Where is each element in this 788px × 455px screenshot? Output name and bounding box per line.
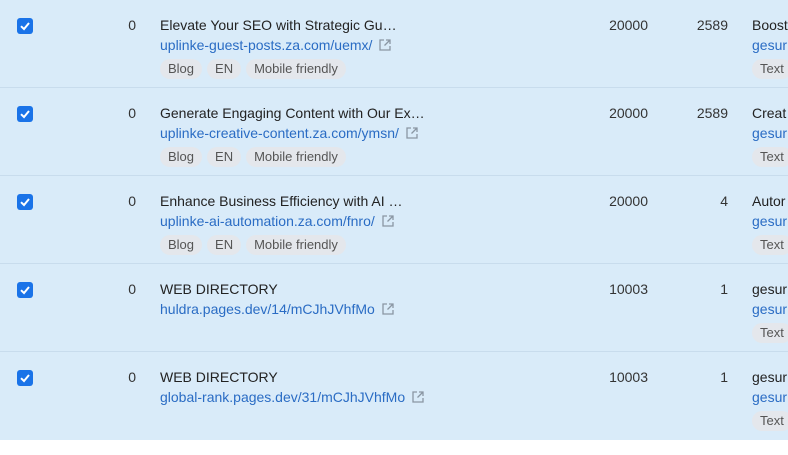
row-url-link[interactable]: uplinke-guest-posts.za.com/uemx/	[160, 37, 392, 53]
target-url-link[interactable]: gesur	[752, 37, 787, 53]
value-cell-1: 10003	[609, 369, 648, 385]
row-checkbox[interactable]	[17, 370, 33, 386]
anchor-text-cell: gesur	[752, 369, 788, 385]
row-url-link[interactable]: huldra.pages.dev/14/mCJhJVhfMo	[160, 301, 395, 317]
checkmark-icon	[20, 374, 30, 383]
count-cell: 0	[128, 369, 136, 385]
link-type-tag: Text	[752, 411, 788, 431]
external-link-icon[interactable]	[378, 38, 392, 52]
target-url-link[interactable]: gesur	[752, 213, 787, 229]
count-cell: 0	[128, 105, 136, 121]
row-checkbox[interactable]	[17, 18, 33, 34]
anchor-text-cell: gesur	[752, 281, 788, 297]
tag-blog: Blog	[160, 147, 203, 167]
value-cell-1: 20000	[609, 193, 648, 209]
external-link-icon[interactable]	[411, 390, 425, 404]
checkmark-icon	[20, 22, 30, 31]
link-type-tag: Text	[752, 147, 788, 167]
table-row[interactable]: 0 Enhance Business Efficiency with AI … …	[0, 176, 788, 264]
count-cell: 0	[128, 281, 136, 297]
value-cell-2: 2589	[696, 17, 728, 33]
row-tags: Blog EN Mobile friendly	[160, 147, 346, 167]
value-cell-1: 20000	[609, 105, 648, 121]
tag-mobile-friendly: Mobile friendly	[246, 235, 346, 255]
value-cell-1: 20000	[609, 17, 648, 33]
target-url-link[interactable]: gesur	[752, 301, 787, 317]
target-url-link[interactable]: gesur	[752, 125, 787, 141]
tag-language: EN	[207, 59, 242, 79]
external-link-icon[interactable]	[405, 126, 419, 140]
row-tags: Blog EN Mobile friendly	[160, 59, 346, 79]
anchor-text-cell: Autor	[752, 193, 786, 209]
target-url-link[interactable]: gesur	[752, 389, 787, 405]
link-type-tag: Text	[752, 59, 788, 79]
row-url-link[interactable]: uplinke-creative-content.za.com/ymsn/	[160, 125, 419, 141]
table-row[interactable]: 0 WEB DIRECTORY huldra.pages.dev/14/mCJh…	[0, 264, 788, 352]
value-cell-2: 1	[720, 369, 728, 385]
link-type-tag: Text	[752, 323, 788, 343]
count-cell: 0	[128, 17, 136, 33]
row-url-text[interactable]: uplinke-guest-posts.za.com/uemx/	[160, 37, 372, 53]
row-tags: Blog EN Mobile friendly	[160, 235, 346, 255]
results-table: 0 Elevate Your SEO with Strategic Gu… up…	[0, 0, 788, 440]
tag-language: EN	[207, 147, 242, 167]
row-url-text[interactable]: uplinke-ai-automation.za.com/fnro/	[160, 213, 375, 229]
tag-blog: Blog	[160, 59, 203, 79]
tag-mobile-friendly: Mobile friendly	[246, 59, 346, 79]
count-cell: 0	[128, 193, 136, 209]
checkmark-icon	[20, 110, 30, 119]
table-row[interactable]: 0 WEB DIRECTORY global-rank.pages.dev/31…	[0, 352, 788, 440]
row-checkbox[interactable]	[17, 106, 33, 122]
checkmark-icon	[20, 286, 30, 295]
value-cell-2: 1	[720, 281, 728, 297]
row-title: Generate Engaging Content with Our Ex…	[160, 105, 425, 121]
anchor-text-cell: Boost	[752, 17, 788, 33]
row-url-text[interactable]: global-rank.pages.dev/31/mCJhJVhfMo	[160, 389, 405, 405]
value-cell-1: 10003	[609, 281, 648, 297]
table-row[interactable]: 0 Generate Engaging Content with Our Ex……	[0, 88, 788, 176]
row-url-text[interactable]: huldra.pages.dev/14/mCJhJVhfMo	[160, 301, 375, 317]
row-url-text[interactable]: uplinke-creative-content.za.com/ymsn/	[160, 125, 399, 141]
external-link-icon[interactable]	[381, 214, 395, 228]
row-title: WEB DIRECTORY	[160, 369, 278, 385]
row-checkbox[interactable]	[17, 282, 33, 298]
table-row[interactable]: 0 Elevate Your SEO with Strategic Gu… up…	[0, 0, 788, 88]
row-title: Enhance Business Efficiency with AI …	[160, 193, 403, 209]
anchor-text-cell: Creat	[752, 105, 787, 121]
value-cell-2: 2589	[696, 105, 728, 121]
tag-language: EN	[207, 235, 242, 255]
value-cell-2: 4	[720, 193, 728, 209]
checkmark-icon	[20, 198, 30, 207]
tag-blog: Blog	[160, 235, 203, 255]
row-title: WEB DIRECTORY	[160, 281, 278, 297]
tag-mobile-friendly: Mobile friendly	[246, 147, 346, 167]
external-link-icon[interactable]	[381, 302, 395, 316]
link-type-tag: Text	[752, 235, 788, 255]
row-url-link[interactable]: global-rank.pages.dev/31/mCJhJVhfMo	[160, 389, 425, 405]
row-title: Elevate Your SEO with Strategic Gu…	[160, 17, 397, 33]
row-checkbox[interactable]	[17, 194, 33, 210]
row-url-link[interactable]: uplinke-ai-automation.za.com/fnro/	[160, 213, 395, 229]
